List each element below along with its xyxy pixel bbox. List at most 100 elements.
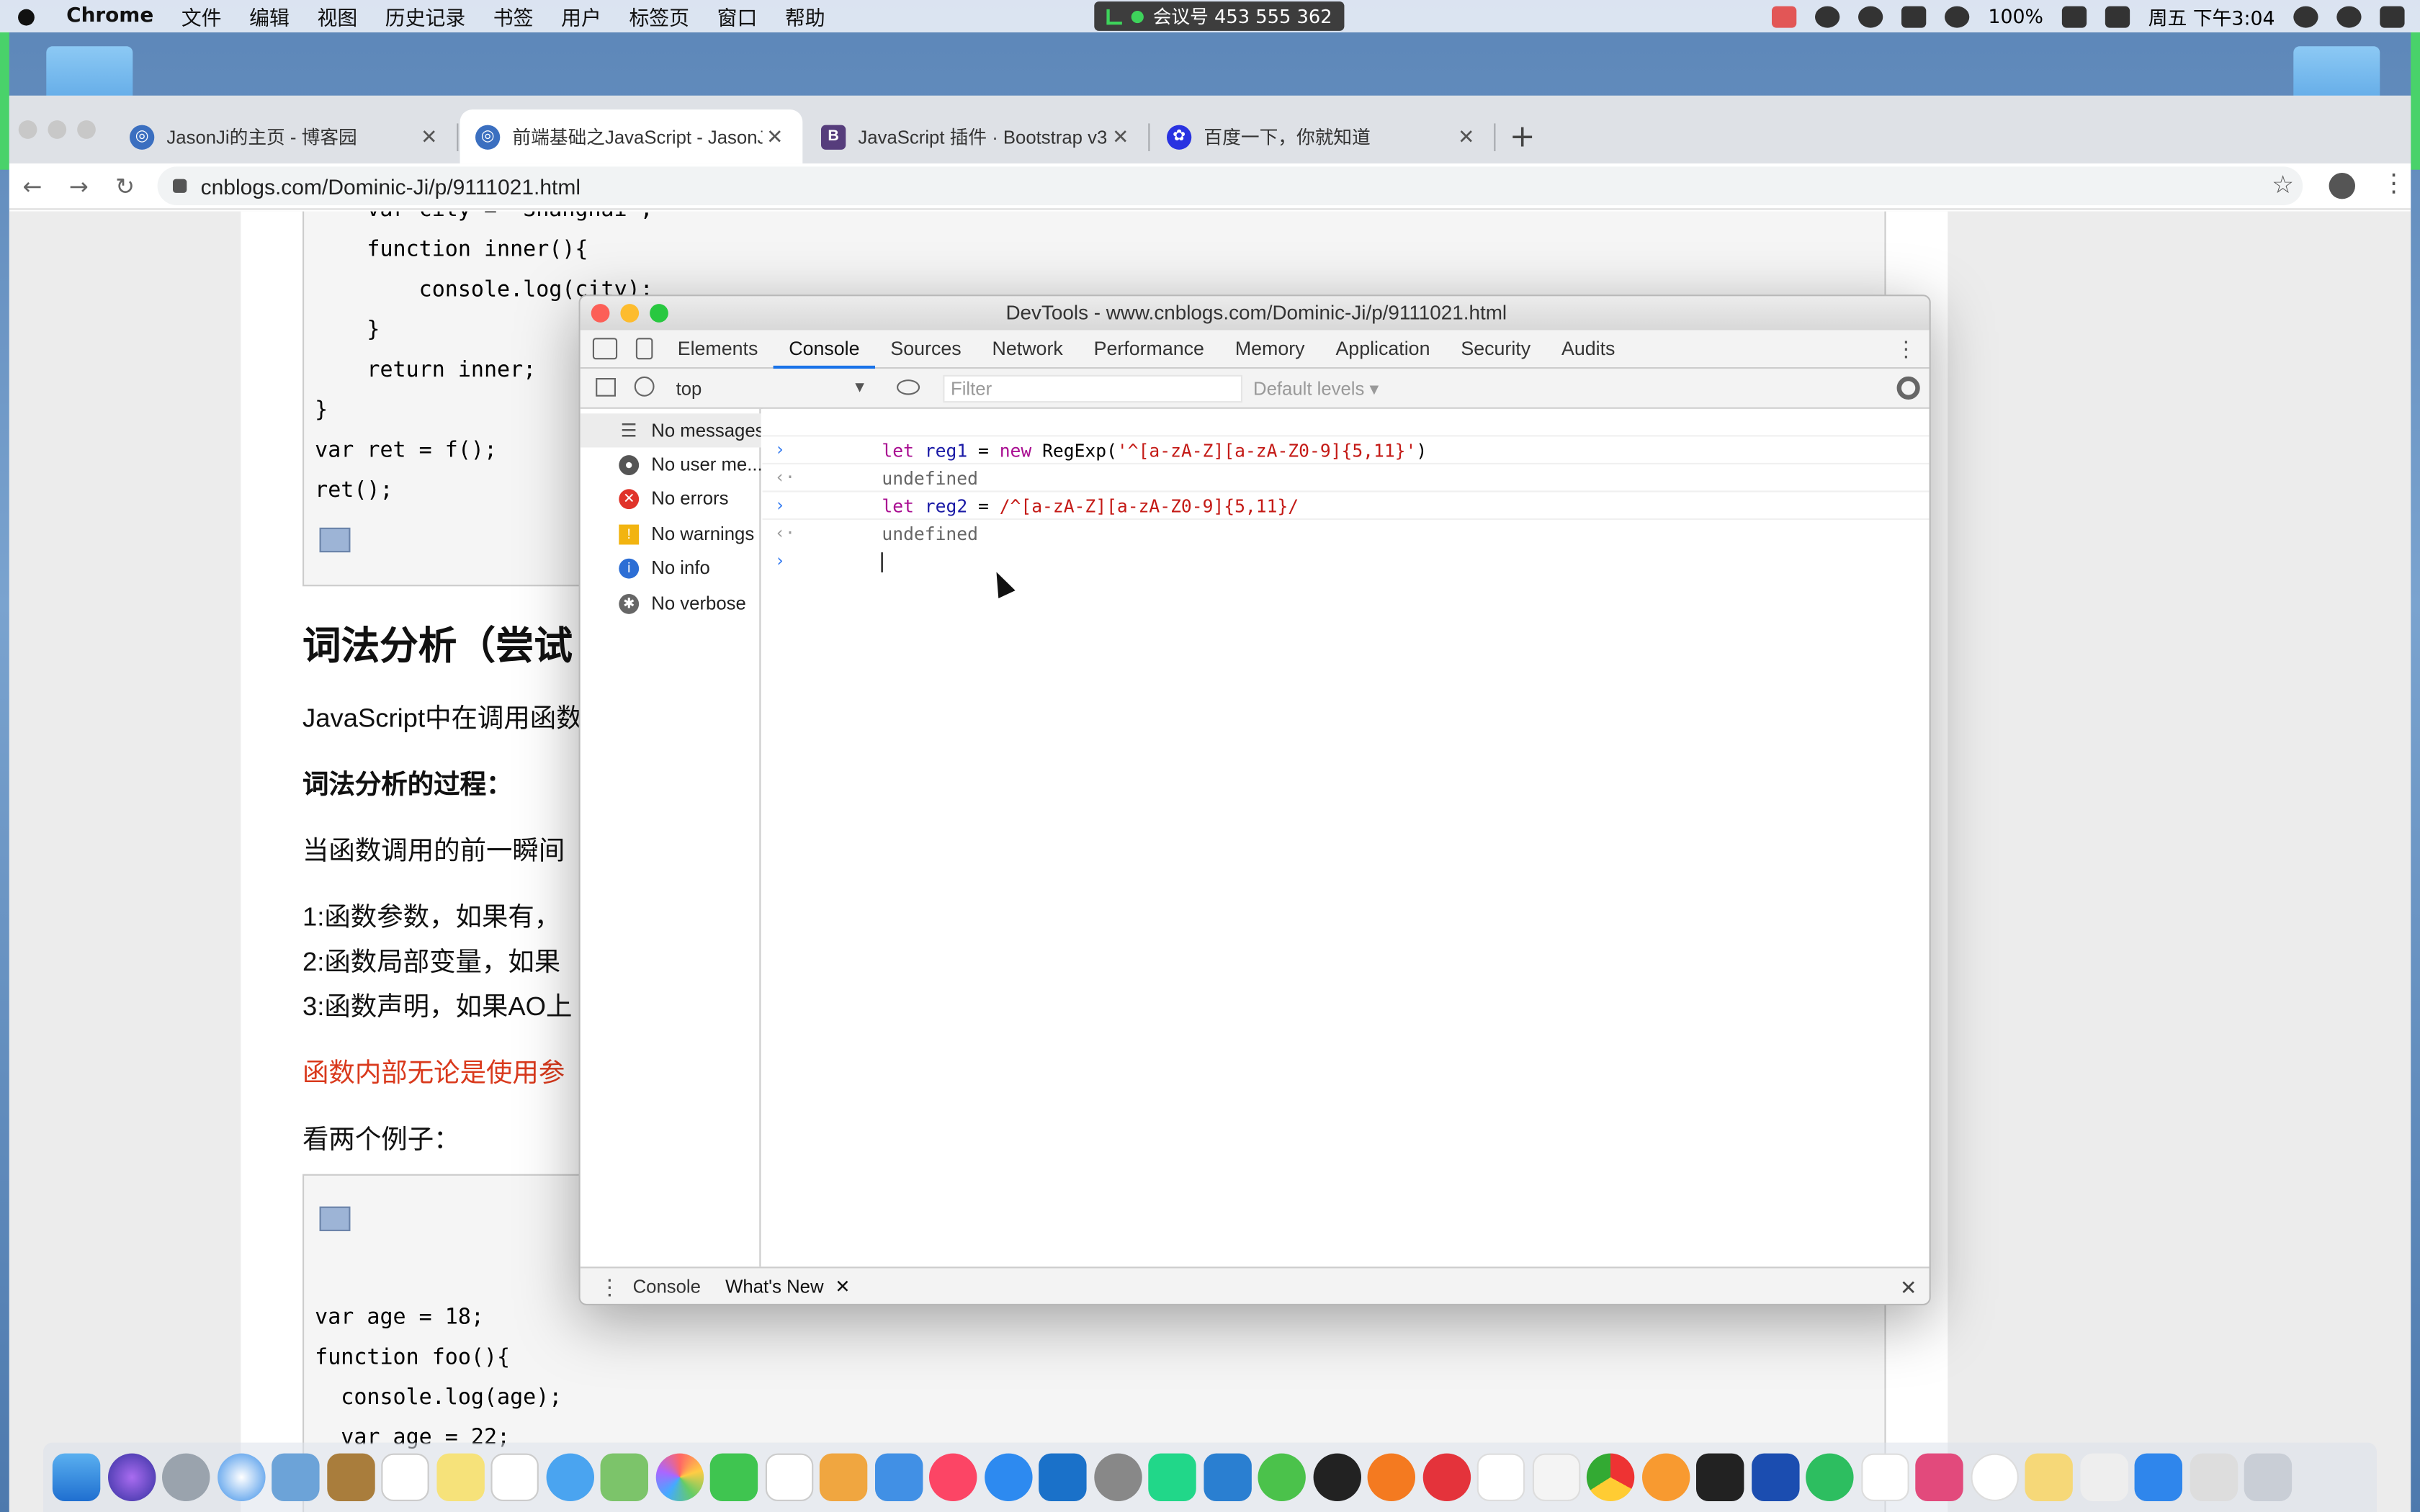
sidebar-item-verbose[interactable]: ✱ No verbose (581, 586, 761, 620)
menu-history[interactable]: 历史记录 (371, 1, 479, 31)
folder-app-icon[interactable] (1915, 1453, 1963, 1501)
tab-javascript-basics[interactable]: ◎ 前端基础之JavaScript - JasonJi ✕ (460, 109, 803, 164)
devtools-zoom-button[interactable] (650, 304, 668, 323)
youku-icon[interactable] (1476, 1453, 1525, 1501)
context-selector[interactable]: top ▼ (676, 375, 874, 403)
menu-edit[interactable]: 编辑 (236, 1, 303, 31)
back-icon[interactable]: ← (9, 172, 55, 200)
bluebird-icon[interactable] (1641, 1453, 1690, 1501)
menu-app[interactable]: Chrome (53, 4, 168, 27)
tab-memory[interactable]: Memory (1219, 330, 1320, 369)
battery-icon[interactable] (2061, 5, 2087, 27)
teamviewer-icon[interactable] (1039, 1453, 1087, 1501)
sidebar-item-warnings[interactable]: ! No warnings (581, 517, 761, 551)
bell-icon[interactable] (1858, 5, 1883, 27)
tab-security[interactable]: Security (1446, 330, 1546, 369)
reminders-icon[interactable] (490, 1453, 539, 1501)
tab-audits[interactable]: Audits (1546, 330, 1631, 369)
meeting-badge[interactable]: 会议号 453 555 362 (1094, 1, 1345, 31)
close-window-button[interactable] (18, 120, 37, 139)
reload-icon[interactable]: ↻ (102, 172, 148, 200)
vscode-icon[interactable] (1203, 1453, 1251, 1501)
notification-center-icon[interactable] (2380, 5, 2405, 27)
close-tab-icon[interactable]: ✕ (417, 125, 442, 149)
siri-icon[interactable] (2336, 5, 2362, 27)
clear-console-icon[interactable] (634, 376, 655, 397)
lock-icon[interactable] (173, 179, 187, 193)
copy-code-icon[interactable] (319, 1206, 351, 1231)
contacts-icon[interactable] (326, 1453, 375, 1501)
chrome-menu-icon[interactable]: ⋮ (2381, 168, 2406, 198)
menu-file[interactable]: 文件 (168, 1, 236, 31)
safari-icon[interactable] (217, 1453, 265, 1501)
close-drawer-icon[interactable]: ✕ (1900, 1268, 1917, 1303)
close-tab-icon[interactable]: ✕ (763, 125, 787, 149)
app-store-icon[interactable] (984, 1453, 1032, 1501)
tab-performance[interactable]: Performance (1078, 330, 1219, 369)
facetime-icon[interactable] (709, 1453, 758, 1501)
filter-input[interactable]: Filter (943, 374, 1242, 403)
sidebar-item-messages[interactable]: ☰ No messages (580, 413, 761, 448)
tab-application[interactable]: Application (1320, 330, 1446, 369)
bookmark-star-icon[interactable]: ☆ (2272, 170, 2294, 199)
inspect-element-icon[interactable] (592, 338, 618, 360)
menu-people[interactable]: 用户 (547, 1, 615, 31)
pycharm-icon[interactable] (1148, 1453, 1196, 1501)
drawer-tab-whats-new[interactable]: What's New ✕ (713, 1268, 863, 1303)
drawer-menu-icon[interactable]: ⋮ (599, 1268, 620, 1303)
wechat-icon[interactable] (1258, 1453, 1306, 1501)
tab-baidu[interactable]: ✿ 百度一下，你就知道 ✕ (1152, 109, 1494, 163)
launchpad-icon[interactable] (162, 1453, 210, 1501)
copy-code-icon[interactable] (319, 527, 351, 553)
live-expression-eye-icon[interactable] (897, 379, 920, 395)
sidebar-item-info[interactable]: i No info (581, 551, 761, 585)
pages-icon[interactable] (819, 1453, 868, 1501)
wifi-icon[interactable] (1945, 5, 1970, 27)
sidebar-item-user-messages[interactable]: ● No user me... (581, 447, 761, 481)
input-method-icon[interactable] (2105, 5, 2130, 27)
system-preferences-icon[interactable] (1093, 1453, 1142, 1501)
stickies-icon[interactable] (2025, 1453, 2073, 1501)
siri-icon[interactable] (107, 1453, 156, 1501)
music-icon[interactable] (929, 1453, 977, 1501)
sidebar-toggle-icon[interactable] (596, 378, 616, 397)
close-tab-icon[interactable]: ✕ (1108, 125, 1133, 149)
clock[interactable]: 周五 下午3:04 (2148, 1, 2275, 31)
photos-icon[interactable] (655, 1453, 704, 1501)
devtools-minimize-button[interactable] (620, 304, 640, 323)
menu-help[interactable]: 帮助 (771, 1, 839, 31)
close-tab-icon[interactable]: ✕ (835, 1276, 851, 1297)
terminal-icon[interactable] (1696, 1453, 1744, 1501)
zoom-window-button[interactable] (77, 120, 96, 139)
console-prompt[interactable]: › (763, 520, 1930, 572)
tab-console[interactable]: Console (773, 330, 875, 369)
messages-icon[interactable] (545, 1453, 593, 1501)
netease-music-icon[interactable] (1422, 1453, 1471, 1501)
sublime-icon[interactable] (1367, 1453, 1415, 1501)
device-toolbar-icon[interactable] (635, 338, 653, 360)
new-tab-button[interactable]: + (1510, 117, 1536, 154)
typora-icon[interactable] (1531, 1453, 1580, 1501)
profile-avatar-icon[interactable] (2329, 173, 2355, 199)
notes-icon[interactable] (436, 1453, 484, 1501)
log-levels-dropdown[interactable]: Default levels ▾ (1253, 375, 1379, 403)
mail-icon[interactable] (272, 1453, 320, 1501)
chrome-icon[interactable] (1586, 1453, 1635, 1501)
evernote-icon[interactable] (1806, 1453, 1854, 1501)
devtools-close-button[interactable] (591, 304, 610, 323)
menu-bookmarks[interactable]: 书签 (480, 1, 547, 31)
thunder-icon[interactable] (1751, 1453, 1799, 1501)
keynote-icon[interactable] (874, 1453, 923, 1501)
app-status-icon[interactable] (1772, 5, 1797, 27)
tab-elements[interactable]: Elements (662, 330, 774, 369)
wechat-icon[interactable] (1815, 5, 1840, 27)
tab-network[interactable]: Network (977, 330, 1078, 369)
close-tab-icon[interactable]: ✕ (1454, 125, 1479, 149)
address-bar[interactable]: cnblogs.com/Dominic-Ji/p/9111021.html (157, 166, 2303, 205)
drawer-tab-console[interactable]: Console (620, 1268, 713, 1303)
menu-view[interactable]: 视图 (303, 1, 371, 31)
numbers-icon[interactable] (764, 1453, 813, 1501)
apple-icon[interactable]: ● (0, 4, 53, 28)
menu-tab[interactable]: 标签页 (615, 1, 703, 31)
console-output[interactable]: › let reg1 = new RegExp('^[a-zA-Z][a-zA-Z… (762, 408, 1930, 1267)
